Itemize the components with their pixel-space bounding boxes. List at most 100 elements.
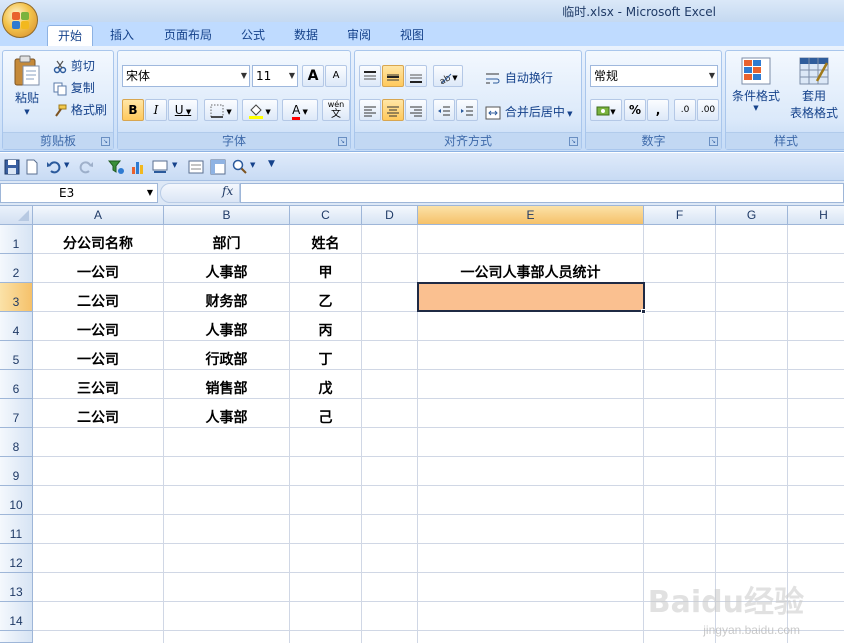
col-header-e[interactable]: E bbox=[418, 206, 644, 225]
col-header-c[interactable]: C bbox=[290, 206, 362, 225]
tab-insert[interactable]: 插入 bbox=[100, 25, 144, 46]
row-header-15[interactable] bbox=[0, 631, 33, 643]
name-box[interactable]: E3 ▼ bbox=[0, 183, 158, 203]
copy-button[interactable]: 复制 bbox=[53, 79, 95, 96]
percent-style-button[interactable]: % bbox=[624, 99, 646, 121]
shrink-font-button[interactable]: A bbox=[325, 65, 347, 87]
increase-decimal-button[interactable]: .0 bbox=[674, 99, 696, 121]
font-name-select[interactable]: 宋体 ▼ bbox=[122, 65, 250, 87]
pivot-icon[interactable] bbox=[210, 159, 226, 175]
chevron-down-icon[interactable]: ▼ bbox=[64, 161, 69, 169]
insert-function-button[interactable]: fx bbox=[222, 184, 233, 198]
align-center-button[interactable] bbox=[382, 99, 404, 121]
font-size-select[interactable]: 11 ▼ bbox=[252, 65, 298, 87]
cell-c2[interactable]: 甲 bbox=[290, 254, 361, 283]
tab-view[interactable]: 视图 bbox=[390, 25, 434, 46]
row-header-1[interactable]: 1 bbox=[0, 225, 33, 254]
col-header-h[interactable]: H bbox=[788, 206, 844, 225]
cell-e2[interactable]: 一公司人事部人员统计 bbox=[418, 254, 643, 283]
fill-color-button[interactable]: ▼ bbox=[242, 99, 278, 121]
number-format-select[interactable]: 常规 ▼ bbox=[590, 65, 718, 87]
save-icon[interactable] bbox=[4, 159, 20, 175]
grow-font-button[interactable]: A bbox=[302, 65, 324, 87]
accounting-format-button[interactable]: ▼ bbox=[590, 99, 622, 121]
align-bottom-button[interactable] bbox=[405, 65, 427, 87]
col-header-f[interactable]: F bbox=[644, 206, 716, 225]
orientation-button[interactable]: ab ▼ bbox=[433, 65, 463, 87]
chevron-down-icon[interactable]: ▼ bbox=[172, 161, 177, 169]
cell-c1[interactable]: 姓名 bbox=[290, 225, 361, 254]
row-header-14[interactable]: 14 bbox=[0, 602, 33, 631]
cell-b5[interactable]: 行政部 bbox=[164, 341, 289, 370]
tab-formulas[interactable]: 公式 bbox=[231, 25, 275, 46]
cell-c6[interactable]: 戊 bbox=[290, 370, 361, 399]
zoom-icon[interactable] bbox=[232, 159, 248, 175]
comma-style-button[interactable]: , bbox=[647, 99, 669, 121]
format-as-table-button[interactable]: 套用 表格格式 bbox=[784, 57, 844, 121]
row-header-3[interactable]: 3 bbox=[0, 283, 33, 312]
tab-home[interactable]: 开始 bbox=[47, 25, 94, 46]
borders-button[interactable]: ▼ bbox=[204, 99, 238, 121]
row-header-11[interactable]: 11 bbox=[0, 515, 33, 544]
tab-page-layout[interactable]: 页面布局 bbox=[154, 25, 222, 46]
increase-indent-button[interactable] bbox=[456, 99, 478, 121]
cell-c3[interactable]: 乙 bbox=[290, 283, 361, 312]
cell-a6[interactable]: 三公司 bbox=[33, 370, 163, 399]
cell-b3[interactable]: 财务部 bbox=[164, 283, 289, 312]
cell-b1[interactable]: 部门 bbox=[164, 225, 289, 254]
customize-qat-icon[interactable]: ▼ bbox=[268, 159, 275, 169]
cell-a3[interactable]: 二公司 bbox=[33, 283, 163, 312]
chart-icon[interactable] bbox=[130, 159, 146, 175]
tab-review[interactable]: 审阅 bbox=[337, 25, 381, 46]
cell-a2[interactable]: 一公司 bbox=[33, 254, 163, 283]
row-header-6[interactable]: 6 bbox=[0, 370, 33, 399]
font-color-button[interactable]: A ▼ bbox=[282, 99, 318, 121]
row-header-12[interactable]: 12 bbox=[0, 544, 33, 573]
dialog-launcher-icon[interactable]: ↘ bbox=[338, 137, 347, 146]
cell-a4[interactable]: 一公司 bbox=[33, 312, 163, 341]
row-header-2[interactable]: 2 bbox=[0, 254, 33, 283]
tab-data[interactable]: 数据 bbox=[284, 25, 328, 46]
row-header-9[interactable]: 9 bbox=[0, 457, 33, 486]
dialog-launcher-icon[interactable]: ↘ bbox=[569, 137, 578, 146]
undo-icon[interactable] bbox=[46, 159, 62, 175]
cell-a1[interactable]: 分公司名称 bbox=[33, 225, 163, 254]
col-header-g[interactable]: G bbox=[716, 206, 788, 225]
cut-button[interactable]: 剪切 bbox=[53, 57, 95, 74]
row-header-8[interactable]: 8 bbox=[0, 428, 33, 457]
office-button[interactable] bbox=[2, 2, 38, 38]
new-file-icon[interactable] bbox=[24, 159, 40, 175]
row-header-5[interactable]: 5 bbox=[0, 341, 33, 370]
row-header-10[interactable]: 10 bbox=[0, 486, 33, 515]
form-icon[interactable] bbox=[188, 159, 204, 175]
row-header-13[interactable]: 13 bbox=[0, 573, 33, 602]
dialog-launcher-icon[interactable]: ↘ bbox=[101, 137, 110, 146]
col-header-a[interactable]: A bbox=[33, 206, 164, 225]
cell-c7[interactable]: 己 bbox=[290, 399, 361, 428]
decrease-indent-button[interactable] bbox=[433, 99, 455, 121]
paste-button[interactable]: 粘贴 ▼ bbox=[9, 55, 45, 116]
merge-center-button[interactable]: 合并后居中 ▼ bbox=[485, 103, 572, 120]
format-painter-button[interactable]: 格式刷 bbox=[53, 101, 107, 118]
underline-button[interactable]: U ▼ bbox=[168, 99, 198, 121]
selected-cell-e3[interactable] bbox=[417, 282, 645, 312]
conditional-format-button[interactable]: 条件格式 ▼ bbox=[730, 57, 782, 112]
cell-b7[interactable]: 人事部 bbox=[164, 399, 289, 428]
dialog-launcher-icon[interactable]: ↘ bbox=[709, 137, 718, 146]
wrap-text-button[interactable]: 自动换行 bbox=[485, 69, 553, 86]
sort-icon[interactable] bbox=[152, 159, 168, 175]
align-left-button[interactable] bbox=[359, 99, 381, 121]
chevron-down-icon[interactable]: ▼ bbox=[250, 161, 255, 169]
italic-button[interactable]: I bbox=[145, 99, 167, 121]
col-header-b[interactable]: B bbox=[164, 206, 290, 225]
cell-a5[interactable]: 一公司 bbox=[33, 341, 163, 370]
row-header-7[interactable]: 7 bbox=[0, 399, 33, 428]
cell-c5[interactable]: 丁 bbox=[290, 341, 361, 370]
align-right-button[interactable] bbox=[405, 99, 427, 121]
decrease-decimal-button[interactable]: .00 bbox=[697, 99, 719, 121]
fill-handle[interactable] bbox=[641, 309, 646, 314]
align-top-button[interactable] bbox=[359, 65, 381, 87]
col-header-d[interactable]: D bbox=[362, 206, 418, 225]
cell-b2[interactable]: 人事部 bbox=[164, 254, 289, 283]
cell-b4[interactable]: 人事部 bbox=[164, 312, 289, 341]
